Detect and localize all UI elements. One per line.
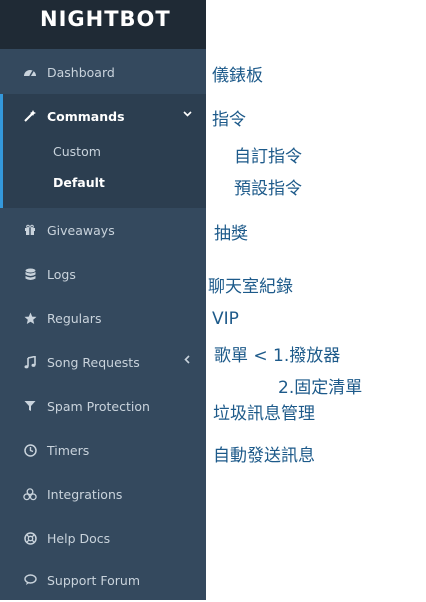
sidebar-subitem-default[interactable]: Default — [53, 175, 105, 190]
annotation-commands: 指令 — [212, 110, 246, 130]
life-ring-icon — [23, 531, 37, 545]
annotation-timers: 自動發送訊息 — [213, 446, 315, 466]
sidebar-item-label: Logs — [47, 266, 76, 282]
annotation-song-requests-2: 2.固定清單 — [278, 378, 363, 398]
sidebar-item-label: Regulars — [47, 310, 102, 326]
dashboard-icon — [23, 65, 37, 79]
sidebar-item-giveaways[interactable]: Giveaways — [0, 208, 206, 252]
sidebar-item-song-requests[interactable]: Song Requests — [0, 340, 206, 384]
sidebar-item-logs[interactable]: Logs — [0, 252, 206, 296]
sidebar-item-integrations[interactable]: Integrations — [0, 472, 206, 516]
sidebar-subitem-custom[interactable]: Custom — [53, 144, 101, 159]
filter-icon — [23, 399, 37, 413]
sidebar: NIGHTBOT Dashboard Commands Custom Defau… — [0, 0, 206, 600]
annotation-default: 預設指令 — [234, 179, 302, 199]
nightbot-logo[interactable]: NIGHTBOT — [0, 7, 206, 31]
sidebar-item-support-forum[interactable]: Support Forum — [0, 558, 206, 602]
sidebar-item-dashboard[interactable]: Dashboard — [0, 50, 206, 94]
chevron-down-icon[interactable] — [183, 108, 192, 121]
sidebar-item-label: Spam Protection — [47, 398, 150, 414]
sidebar-item-label: Timers — [47, 442, 90, 458]
sidebar-item-label: Help Docs — [47, 530, 111, 546]
chat-icon — [23, 573, 37, 587]
sidebar-item-label: Commands — [47, 108, 125, 124]
annotation-giveaways: 抽獎 — [214, 224, 248, 244]
clock-icon — [23, 443, 37, 457]
gift-icon — [23, 223, 37, 237]
chevron-left-icon[interactable] — [183, 354, 192, 367]
sidebar-item-timers[interactable]: Timers — [0, 428, 206, 472]
annotation-regulars: VIP — [212, 309, 239, 329]
annotation-song-requests: 歌單 < 1.撥放器 — [214, 346, 341, 366]
sidebar-item-spam-protection[interactable]: Spam Protection — [0, 384, 206, 428]
logo-bar: NIGHTBOT — [0, 0, 206, 49]
annotation-custom: 自訂指令 — [234, 147, 302, 167]
commands-submenu: Custom Default — [0, 137, 206, 208]
star-icon — [23, 311, 37, 325]
sidebar-item-label: Dashboard — [47, 64, 115, 80]
sidebar-item-label: Support Forum — [47, 572, 141, 588]
annotation-dashboard: 儀錶板 — [212, 66, 263, 86]
database-icon — [23, 267, 37, 281]
magic-wand-icon — [23, 109, 37, 123]
cubes-icon — [23, 487, 37, 501]
sidebar-item-label: Integrations — [47, 486, 123, 502]
sidebar-item-label: Song Requests — [47, 354, 140, 370]
sidebar-item-label: Giveaways — [47, 222, 115, 238]
sidebar-item-help-docs[interactable]: Help Docs — [0, 516, 206, 560]
annotation-spam: 垃圾訊息管理 — [213, 404, 315, 424]
sidebar-item-commands[interactable]: Commands — [0, 94, 206, 138]
music-note-icon — [23, 355, 37, 369]
annotation-logs: 聊天室紀錄 — [208, 277, 293, 297]
sidebar-item-regulars[interactable]: Regulars — [0, 296, 206, 340]
